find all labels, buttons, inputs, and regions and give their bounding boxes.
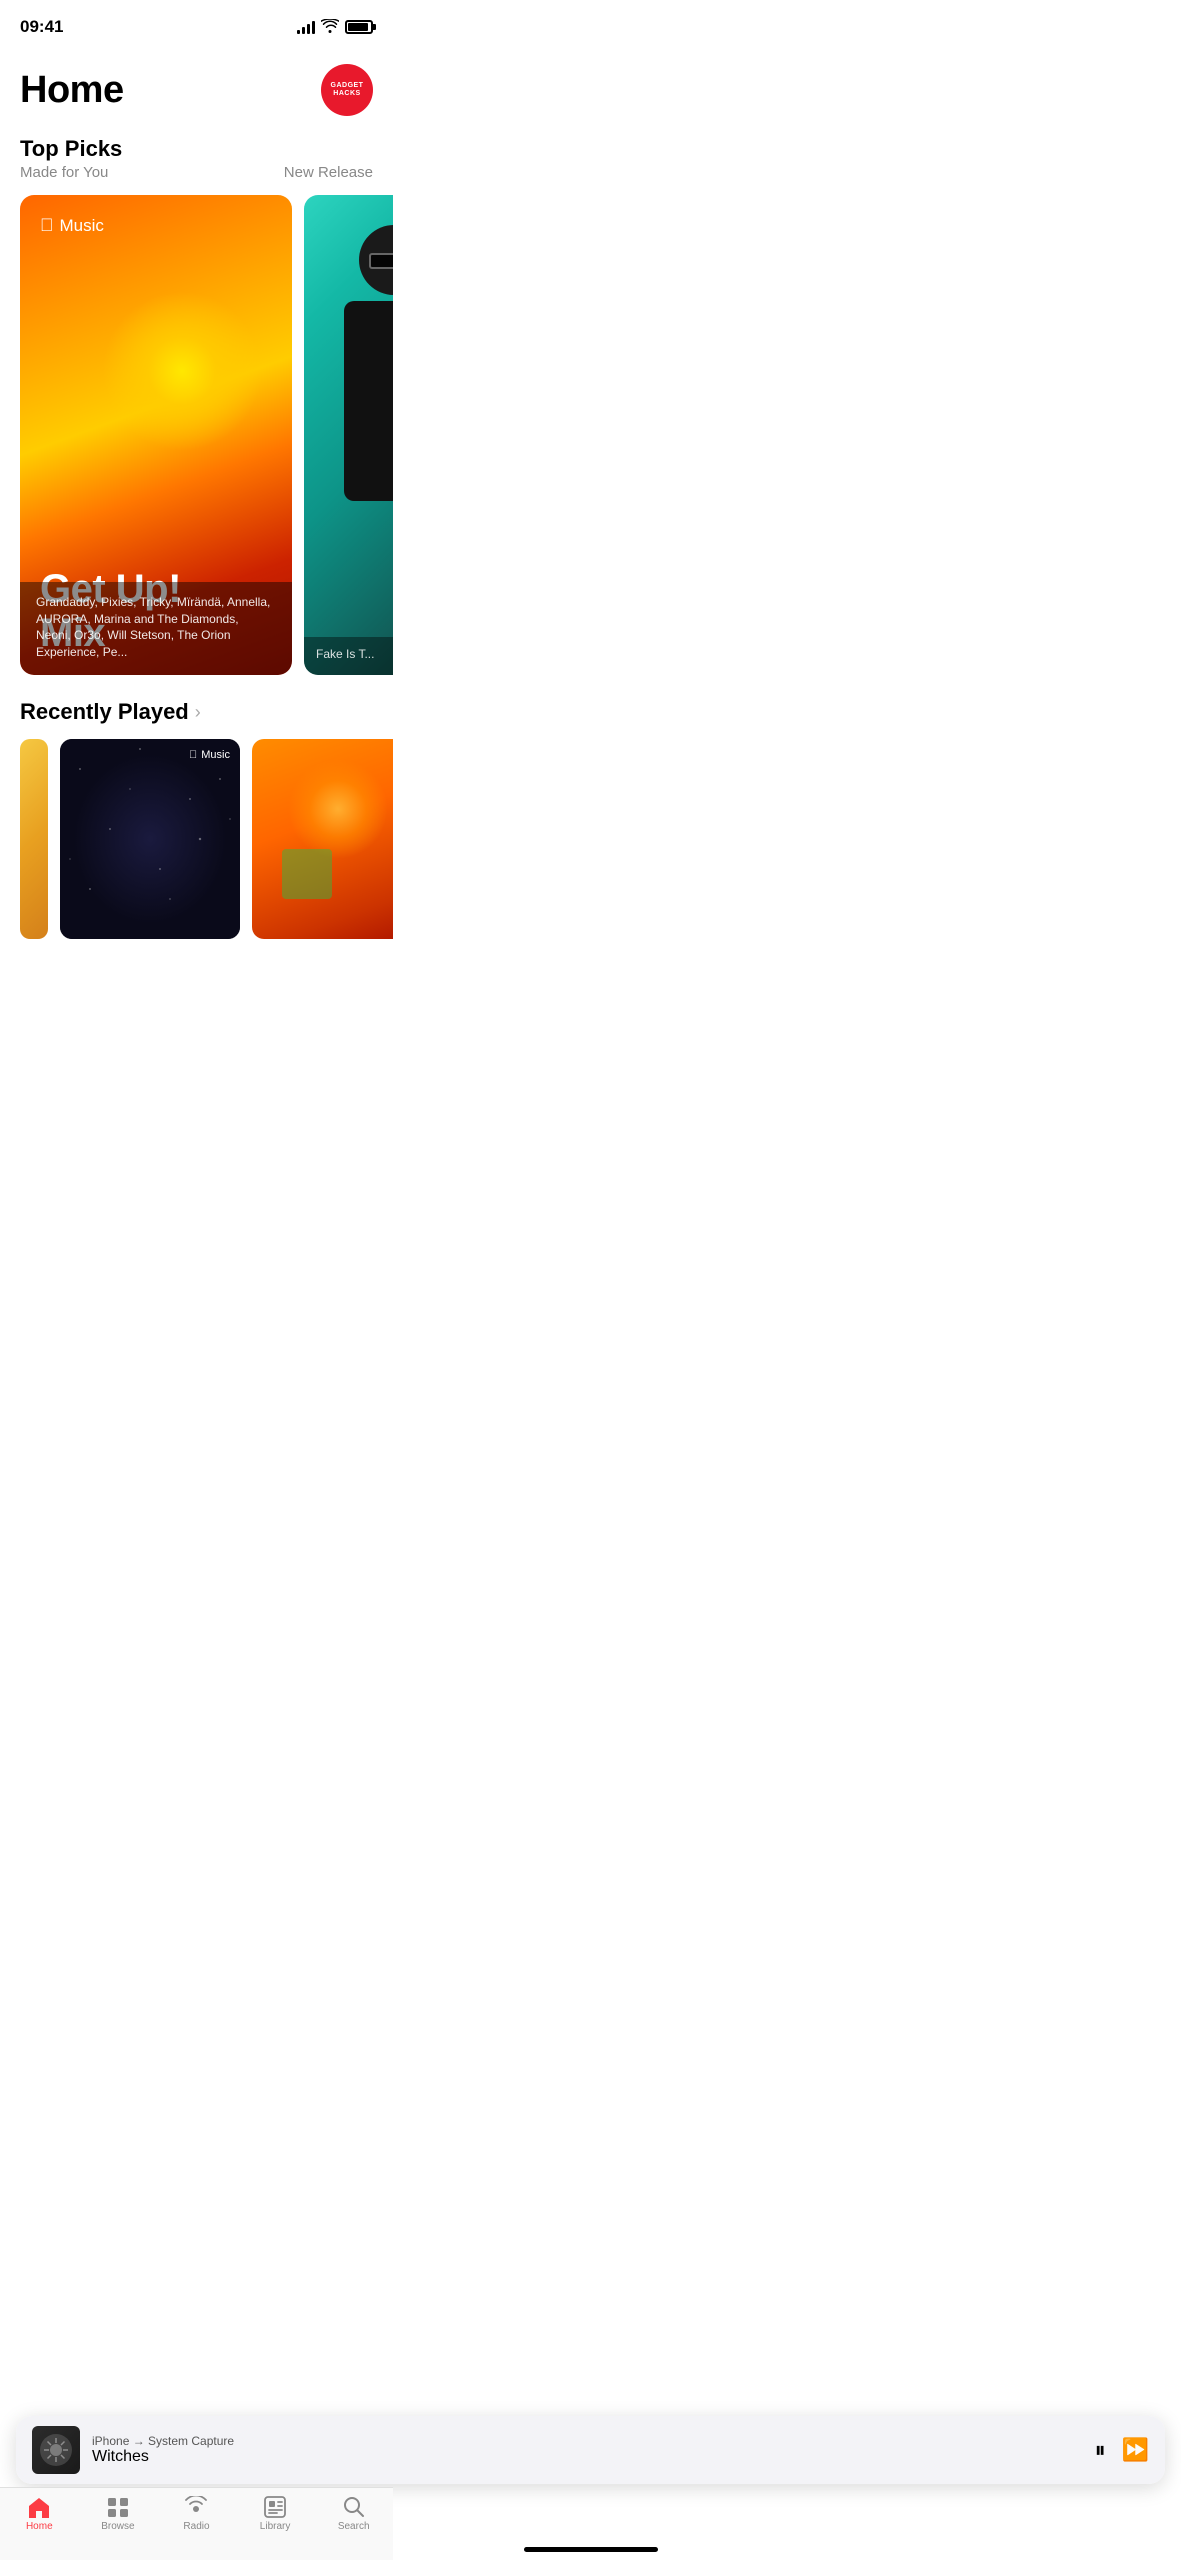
green-square (282, 849, 332, 899)
battery-icon (345, 20, 373, 34)
mini-player-controls: ⏸ ⏩ (1095, 2437, 1149, 2463)
top-picks-section-header: Top Picks Made for You New Release (0, 124, 393, 185)
card-description: Grandaddy, Pixies, Tricky, Mïrändä, Anne… (36, 594, 276, 661)
tab-radio-label: Radio (183, 2521, 209, 2532)
stars-decoration (60, 739, 240, 939)
apple-music-logo:  Music (40, 215, 272, 236)
signal-icon (297, 20, 315, 34)
get-up-mix-card[interactable]:  Music Get Up! Mix Grandaddy, Pixies, T… (20, 195, 292, 675)
tab-home[interactable]: Home (9, 2496, 69, 2532)
status-icons (297, 19, 373, 36)
top-picks-title: Top Picks (20, 136, 373, 162)
mini-player-song: Witches (92, 2448, 1083, 2466)
mini-player-art-icon (42, 2436, 70, 2464)
status-time: 09:41 (20, 17, 63, 37)
recently-played-header[interactable]: Recently Played › (0, 691, 393, 733)
tab-search-label: Search (338, 2521, 370, 2532)
mini-player-device: iPhone → System Capture (92, 2434, 1083, 2448)
status-bar: 09:41 (0, 0, 393, 48)
page-header: Home GADGET HACKS (0, 48, 393, 124)
gadget-hacks-avatar[interactable]: GADGET HACKS (321, 64, 373, 116)
second-card-bottom: Fake Is T... (304, 637, 393, 675)
mini-player[interactable]: iPhone → System Capture Witches ⏸ ⏩ (16, 2416, 1165, 2484)
recently-played-title: Recently Played (20, 699, 189, 725)
fast-forward-button[interactable]: ⏩ (1122, 2437, 1149, 2463)
person-head (359, 225, 393, 295)
tab-radio[interactable]: Radio (166, 2496, 226, 2532)
recently-played-card-2[interactable] (252, 739, 393, 939)
apple-music-badge:  Music (189, 749, 230, 761)
page-title: Home (20, 69, 124, 112)
person-body (344, 301, 393, 501)
apple-logo-icon:  (40, 215, 54, 236)
made-for-you-label: Made for You (20, 164, 108, 181)
browse-icon (106, 2496, 130, 2518)
person-figure (324, 225, 393, 605)
tab-browse-label: Browse (101, 2521, 134, 2532)
top-picks-cards:  Music Get Up! Mix Grandaddy, Pixies, T… (0, 185, 393, 691)
card-description-overlay: Grandaddy, Pixies, Tricky, Mïrändä, Anne… (20, 582, 292, 675)
album-card-edge[interactable] (20, 739, 48, 939)
tab-browse[interactable]: Browse (88, 2496, 148, 2532)
tab-library-label: Library (260, 2521, 291, 2532)
wifi-icon (321, 19, 339, 36)
person-glasses (369, 253, 393, 269)
mini-player-artwork (32, 2426, 80, 2474)
pause-button[interactable]: ⏸ (1095, 2437, 1106, 2463)
mini-player-art-inner (40, 2434, 72, 2466)
bottom-spacer (0, 955, 393, 1115)
top-picks-subtitle-row: Made for You New Release (20, 164, 373, 181)
recently-played-chevron: › (195, 702, 201, 723)
mini-player-info: iPhone → System Capture Witches (92, 2434, 1083, 2466)
new-release-link[interactable]: New Release (284, 164, 373, 181)
tab-library[interactable]: Library (245, 2496, 305, 2532)
recently-played-cards:  Music (0, 733, 393, 955)
apple-logo-small:  (189, 749, 197, 761)
orange-glow (288, 759, 388, 859)
library-icon (264, 2496, 286, 2518)
recently-played-card-1[interactable]:  Music (60, 739, 240, 939)
search-icon (343, 2496, 365, 2518)
radio-icon (183, 2496, 209, 2518)
tab-bar: Home Browse Radio Library (0, 2487, 393, 2560)
new-release-card[interactable]: Fake Is T... (304, 195, 393, 675)
tab-search[interactable]: Search (324, 2496, 384, 2532)
second-card-label: Fake Is T... (316, 647, 393, 661)
home-indicator (524, 2547, 658, 2552)
tab-home-label: Home (26, 2521, 53, 2532)
home-icon (27, 2496, 51, 2518)
